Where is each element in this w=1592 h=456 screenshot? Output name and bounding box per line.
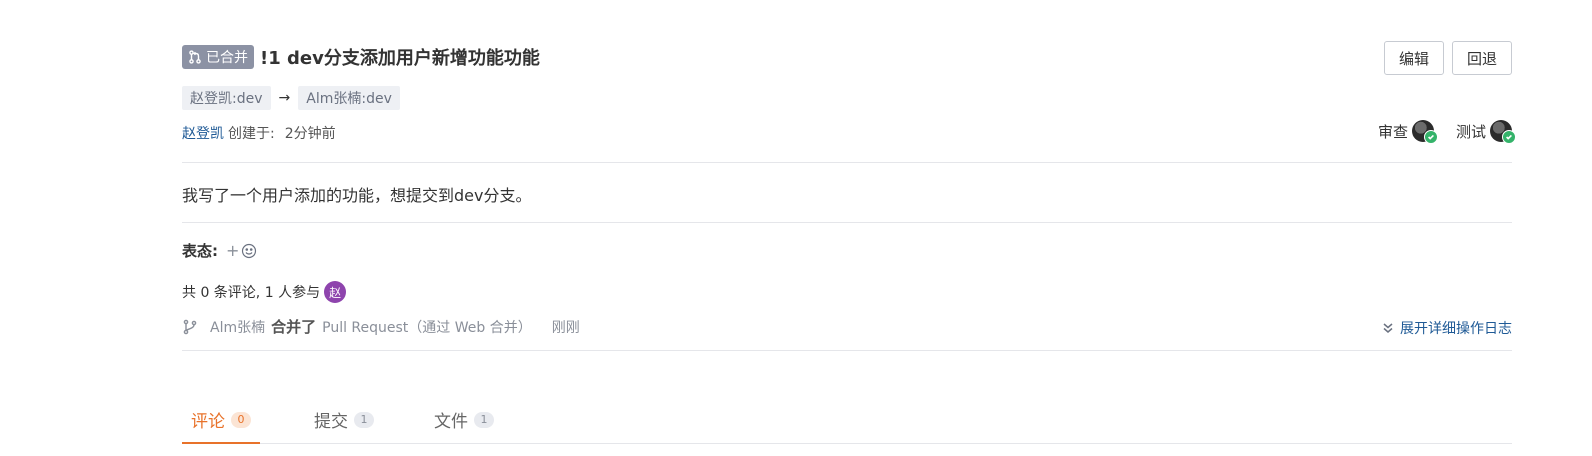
comment-stats: 共 0 条评论, 1 人参与 赵 xyxy=(182,281,347,303)
double-chevron-down-icon xyxy=(1383,323,1393,333)
tab-commits[interactable]: 提交 1 xyxy=(314,396,374,443)
title-row: 已合并 !1 dev分支添加用户新增功能功能 xyxy=(182,44,540,70)
activity-actor[interactable]: Alm张楠 xyxy=(210,317,265,337)
reactions: 表态: + xyxy=(182,240,257,261)
avatar xyxy=(1411,120,1438,144)
edit-button[interactable]: 编辑 xyxy=(1383,41,1444,75)
author-line: 赵登凯 创建于: 2分钟前 xyxy=(182,123,336,143)
reviewer-label: 审查 xyxy=(1377,122,1408,141)
created-time: 2分钟前 xyxy=(284,126,336,142)
author-link[interactable]: 赵登凯 xyxy=(182,123,224,143)
reviewer-test[interactable]: 测试 xyxy=(1455,120,1516,144)
tab-label: 评论 xyxy=(191,412,225,432)
merged-status-badge: 已合并 xyxy=(182,45,254,69)
page-title: !1 dev分支添加用户新增功能功能 xyxy=(260,48,540,69)
source-branch-tag[interactable]: 赵登凯:dev xyxy=(182,86,271,110)
revert-button[interactable]: 回退 xyxy=(1451,41,1512,75)
header-actions: 编辑 回退 xyxy=(1383,41,1512,75)
add-reaction-button[interactable]: + xyxy=(226,241,257,260)
branch-info: 赵登凯:dev → Alm张楠:dev xyxy=(182,86,400,110)
branch-icon xyxy=(183,319,197,334)
expand-log-link[interactable]: 展开详细操作日志 xyxy=(1382,318,1512,338)
tab-bar: 评论 0 提交 1 文件 1 xyxy=(182,396,1512,444)
reviewers: 审查 测试 xyxy=(1377,120,1516,144)
tab-label: 文件 xyxy=(434,412,468,432)
pr-description: 我写了一个用户添加的功能，想提交到dev分支。 xyxy=(182,186,532,205)
activity-time: 刚刚 xyxy=(551,319,580,336)
tab-comments[interactable]: 评论 0 xyxy=(182,396,260,444)
branch-arrow: → xyxy=(278,90,291,106)
reviewer-review[interactable]: 审查 xyxy=(1377,120,1438,144)
count-badge: 1 xyxy=(354,411,374,428)
activity-item: Alm张楠 合并了 Pull Request（通过 Web 合并） 刚刚 xyxy=(182,316,580,337)
created-label: 创建于: xyxy=(228,126,275,142)
activity-verb: 合并了 xyxy=(271,318,317,336)
tester-label: 测试 xyxy=(1455,122,1486,141)
tab-files[interactable]: 文件 1 xyxy=(434,396,494,443)
tab-label: 提交 xyxy=(314,412,348,432)
merged-status-label: 已合并 xyxy=(206,50,248,66)
reactions-label: 表态: xyxy=(182,242,218,260)
expand-log-label: 展开详细操作日志 xyxy=(1400,321,1512,337)
avatar xyxy=(1490,120,1516,144)
divider xyxy=(182,350,1512,351)
activity-detail: Pull Request（通过 Web 合并） xyxy=(322,319,532,336)
plus-label: + xyxy=(226,241,240,260)
participant-avatar[interactable]: 赵 xyxy=(324,281,347,303)
smiley-icon xyxy=(242,243,257,258)
divider xyxy=(182,162,1512,163)
count-badge: 1 xyxy=(474,411,494,428)
count-badge: 0 xyxy=(231,411,251,428)
stats-text: 共 0 条评论, 1 人参与 xyxy=(182,285,321,301)
check-icon xyxy=(1502,130,1516,144)
target-branch-tag[interactable]: Alm张楠:dev xyxy=(298,86,400,110)
check-icon xyxy=(1423,130,1438,144)
pr-detail: 已合并 !1 dev分支添加用户新增功能功能 编辑 回退 赵登凯:dev → A… xyxy=(182,0,1516,456)
merge-icon xyxy=(189,50,201,64)
divider xyxy=(182,222,1512,223)
